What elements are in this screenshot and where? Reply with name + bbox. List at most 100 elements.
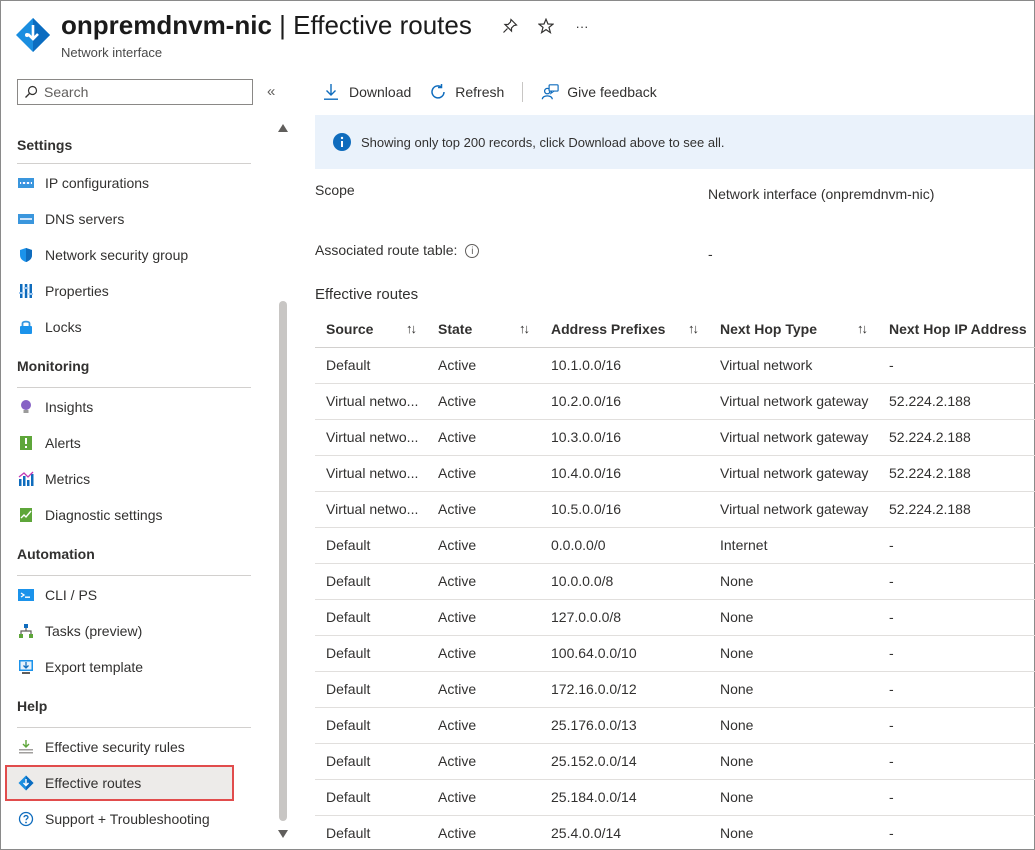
menu-item-insights[interactable]: Insights — [1, 389, 273, 425]
cell-next-hop-type: Virtual network gateway — [709, 383, 878, 420]
cell-address-prefix: 10.1.0.0/16 — [540, 347, 709, 384]
column-header-state[interactable]: State ↑↓ — [427, 311, 540, 348]
feedback-label: Give feedback — [567, 84, 657, 100]
toolbar-divider — [522, 82, 524, 102]
table-row[interactable]: Default Active 0.0.0.0/0 Internet - — [315, 527, 1035, 564]
scope-label: Scope — [315, 182, 355, 198]
menu-item-ip-configurations[interactable]: IP configurations — [1, 165, 273, 201]
table-row[interactable]: Virtual netwo... Active 10.4.0.0/16 Virtual… — [315, 455, 1035, 492]
table-row[interactable]: Default Active 25.152.0.0/14 None - — [315, 743, 1035, 780]
menu-item-alerts[interactable]: Alerts — [1, 425, 273, 461]
menu-item-tasks[interactable]: Tasks (preview) — [1, 613, 273, 649]
main-content: Download Refresh Give feedback Showing o… — [299, 73, 1035, 850]
cell-next-hop-type: None — [709, 743, 878, 780]
menu-scrollbar[interactable] — [277, 123, 289, 845]
metrics-icon — [17, 470, 35, 488]
cell-next-hop-ip: - — [878, 599, 1035, 636]
download-button[interactable]: Download — [323, 83, 411, 101]
sort-icon[interactable]: ↑↓ — [857, 321, 868, 336]
command-bar: Download Refresh Give feedback — [299, 79, 657, 105]
sort-icon[interactable]: ↑↓ — [406, 321, 417, 336]
divider — [17, 727, 251, 728]
info-tooltip-icon[interactable]: i — [465, 244, 480, 259]
table-row[interactable]: Default Active 10.1.0.0/16 Virtual network - — [315, 347, 1035, 384]
menu-item-label: Metrics — [45, 471, 91, 487]
table-row[interactable]: Default Active 100.64.0.0/10 None - — [315, 635, 1035, 672]
table-header-row: Source ↑↓ State ↑↓ Address Prefixes ↑↓ Next… — [315, 311, 1035, 348]
refresh-icon — [429, 83, 447, 101]
cell-next-hop-type: None — [709, 707, 878, 744]
menu-item-cli-ps[interactable]: CLI / PS — [1, 577, 273, 613]
table-row[interactable]: Default Active 172.16.0.0/12 None - — [315, 671, 1035, 708]
effective-routes-table: Source ↑↓ State ↑↓ Address Prefixes ↑↓ Next… — [315, 311, 1035, 850]
cell-address-prefix: 10.5.0.0/16 — [540, 491, 709, 528]
refresh-button[interactable]: Refresh — [429, 83, 504, 101]
scroll-up-icon[interactable] — [277, 123, 289, 133]
menu-item-label: Alerts — [45, 435, 81, 451]
column-header-next-hop-type[interactable]: Next Hop Type ↑↓ — [709, 311, 878, 348]
cell-next-hop-type: Virtual network gateway — [709, 455, 878, 492]
cell-state: Active — [427, 491, 540, 528]
menu-item-export-template[interactable]: Export template — [1, 649, 273, 685]
menu-item-label: Effective routes — [45, 775, 142, 791]
scroll-down-icon[interactable] — [277, 829, 289, 839]
table-row[interactable]: Default Active 25.176.0.0/13 None - — [315, 707, 1035, 744]
cell-address-prefix: 127.0.0.0/8 — [540, 599, 709, 636]
lock-icon — [17, 318, 35, 336]
pin-icon[interactable] — [501, 17, 519, 35]
cell-state: Active — [427, 599, 540, 636]
table-row[interactable]: Default Active 25.4.0.0/14 None - — [315, 815, 1035, 850]
scrollbar-thumb[interactable] — [279, 301, 287, 821]
table-row[interactable]: Default Active 10.0.0.0/8 None - — [315, 563, 1035, 600]
cell-source: Default — [315, 599, 427, 636]
menu-item-diagnostic-settings[interactable]: Diagnostic settings — [1, 497, 273, 533]
table-row[interactable]: Virtual netwo... Active 10.2.0.0/16 Virtual… — [315, 383, 1035, 420]
shield-icon — [17, 246, 35, 264]
alert-icon — [17, 434, 35, 452]
feedback-icon — [541, 83, 559, 101]
menu-item-locks[interactable]: Locks — [1, 309, 273, 345]
cell-next-hop-ip: - — [878, 815, 1035, 850]
cell-source: Default — [315, 527, 427, 564]
sort-icon[interactable]: ↑↓ — [688, 321, 699, 336]
table-row[interactable]: Virtual netwo... Active 10.3.0.0/16 Virtual… — [315, 419, 1035, 456]
column-header-source[interactable]: Source ↑↓ — [315, 311, 427, 348]
search-box[interactable] — [17, 79, 253, 105]
download-label: Download — [349, 84, 412, 100]
cell-source: Default — [315, 815, 427, 850]
cell-next-hop-type: Internet — [709, 527, 878, 564]
resource-name: onpremdnvm-nic — [61, 10, 272, 40]
table-row[interactable]: Default Active 25.184.0.0/14 None - — [315, 779, 1035, 816]
table-row[interactable]: Default Active 127.0.0.0/8 None - — [315, 599, 1035, 636]
info-icon — [333, 133, 351, 151]
column-header-next-hop-ip[interactable]: Next Hop IP Address — [878, 311, 1035, 348]
menu-item-effective-security-rules[interactable]: Effective security rules — [1, 729, 273, 765]
column-header-address-prefixes[interactable]: Address Prefixes ↑↓ — [540, 311, 709, 348]
cell-address-prefix: 25.4.0.0/14 — [540, 815, 709, 850]
menu-item-network-security-group[interactable]: Network security group — [1, 237, 273, 273]
favorite-star-icon[interactable] — [537, 17, 555, 35]
cell-address-prefix: 10.4.0.0/16 — [540, 455, 709, 492]
menu-item-effective-routes[interactable]: Effective routes — [5, 765, 234, 801]
more-options-icon[interactable]: ··· — [573, 17, 591, 35]
cell-source: Default — [315, 743, 427, 780]
menu-item-support-troubleshooting[interactable]: Support + Troubleshooting — [1, 801, 273, 837]
cell-next-hop-type: None — [709, 599, 878, 636]
menu-item-dns-servers[interactable]: DNS servers — [1, 201, 273, 237]
give-feedback-button[interactable]: Give feedback — [541, 83, 657, 101]
sort-icon[interactable]: ↑↓ — [519, 321, 530, 336]
table-row[interactable]: Virtual netwo... Active 10.5.0.0/16 Virtual… — [315, 491, 1035, 528]
cell-state: Active — [427, 383, 540, 420]
cell-next-hop-ip: 52.224.2.188 — [878, 491, 1035, 528]
search-input[interactable] — [44, 84, 244, 100]
cell-state: Active — [427, 779, 540, 816]
menu-item-metrics[interactable]: Metrics — [1, 461, 273, 497]
collapse-menu-icon[interactable]: « — [267, 83, 275, 100]
menu-item-label: Export template — [45, 659, 144, 675]
table-body: Default Active 10.1.0.0/16 Virtual network -… — [315, 347, 1035, 850]
menu-item-label: Support + Troubleshooting — [45, 811, 210, 827]
cell-next-hop-ip: - — [878, 743, 1035, 780]
cell-address-prefix: 172.16.0.0/12 — [540, 671, 709, 708]
menu-item-properties[interactable]: Properties — [1, 273, 273, 309]
blade-header: onpremdnvm-nic | Effective routes Networ… — [1, 1, 1034, 71]
